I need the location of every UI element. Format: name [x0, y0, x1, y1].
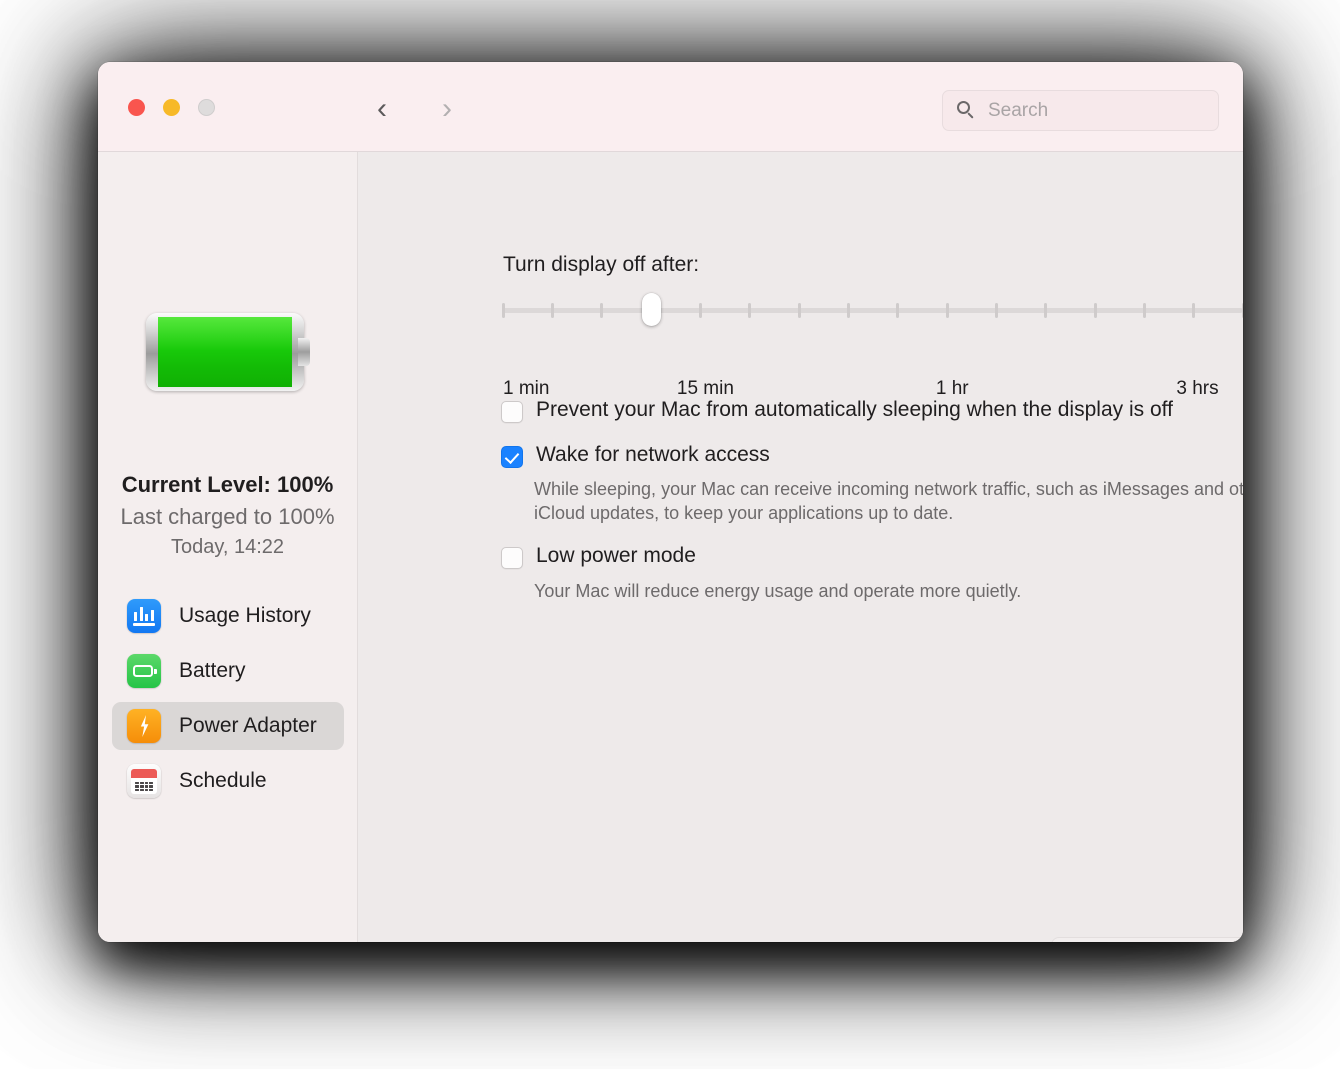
slider-tick — [1093, 303, 1097, 318]
slider-tick — [846, 303, 850, 318]
slider-tick — [1241, 303, 1243, 318]
usage-history-icon — [127, 599, 161, 633]
low-power-mode-description: Your Mac will reduce energy usage and op… — [534, 581, 1022, 601]
sidebar-item-label: Battery — [179, 659, 246, 682]
slider-tick-label: 1 min — [503, 378, 550, 399]
current-level-text: Current Level: 100% — [121, 472, 334, 497]
battery-full-icon — [146, 313, 312, 391]
sidebar-list: Usage History Battery Power Adapter Sche… — [112, 592, 344, 812]
battery-preferences-window: ‹ › Battery Search Current Le — [98, 62, 1243, 942]
sidebar-item-schedule[interactable]: Schedule — [112, 757, 344, 805]
wake-network-description: While sleeping, your Mac can receive inc… — [534, 479, 1243, 523]
sidebar-item-usage-history[interactable]: Usage History — [112, 592, 344, 640]
slider-knob[interactable] — [641, 293, 661, 326]
content-pane: Turn display off after: 1 min 15 min 1 hr 3… — [358, 152, 1243, 942]
search-icon — [957, 101, 976, 120]
slider-tick — [1192, 303, 1196, 318]
slider-tick — [600, 303, 604, 318]
slider-tick — [748, 303, 752, 318]
sidebar-item-label: Usage History — [179, 604, 311, 627]
slider-tick-label: 1 hr — [935, 378, 969, 399]
sidebar-item-label: Schedule — [179, 769, 267, 792]
slider-tick — [896, 303, 900, 318]
last-charged-time: Today, 14:22 — [170, 536, 285, 558]
traffic-lights — [128, 99, 215, 116]
low-power-mode-checkbox[interactable] — [501, 547, 523, 569]
slider-tick-label: 3 hrs — [1176, 378, 1219, 399]
window-toolbar: ‹ › Battery Search — [98, 62, 1243, 185]
last-charged-text: Last charged to 100% — [120, 504, 335, 529]
prevent-sleep-checkbox[interactable] — [501, 401, 523, 423]
slider-tick-label: 15 min — [676, 378, 734, 399]
schedule-icon — [127, 764, 161, 798]
zoom-button[interactable] — [198, 99, 215, 116]
search-input[interactable]: Search — [942, 90, 1219, 131]
sidebar-item-power-adapter[interactable]: Power Adapter — [112, 702, 344, 750]
sidebar-item-label: Power Adapter — [179, 714, 317, 737]
forward-arrow-icon[interactable]: › — [430, 92, 464, 126]
back-arrow-icon[interactable]: ‹ — [365, 92, 399, 126]
screenshot-root: ‹ › Battery Search Current Le — [0, 0, 1340, 1069]
turn-display-off-label: Turn display off after: — [503, 253, 700, 276]
low-power-mode-label: Low power mode — [536, 544, 696, 567]
power-adapter-icon — [127, 709, 161, 743]
search-placeholder: Search — [988, 99, 1049, 121]
prevent-sleep-label: Prevent your Mac from automatically slee… — [536, 398, 1173, 421]
slider-track[interactable] — [503, 308, 1243, 313]
slider-tick — [994, 303, 998, 318]
minimize-button[interactable] — [163, 99, 180, 116]
wake-network-checkbox[interactable] — [501, 446, 523, 468]
close-button[interactable] — [128, 99, 145, 116]
wake-network-label: Wake for network access — [536, 443, 770, 466]
battery-icon — [127, 654, 161, 688]
slider-tick — [550, 303, 554, 318]
slider-tick — [698, 303, 702, 318]
sidebar-item-battery[interactable]: Battery — [112, 647, 344, 695]
sidebar: Current Level: 100% Last charged to 100%… — [98, 152, 358, 942]
restore-defaults-button[interactable]: Restore Defaults — [1051, 937, 1243, 942]
slider-tick — [1044, 303, 1048, 318]
slider-tick — [797, 303, 801, 318]
slider-tick — [501, 303, 505, 318]
slider-tick — [945, 303, 949, 318]
slider-tick — [1142, 303, 1146, 318]
